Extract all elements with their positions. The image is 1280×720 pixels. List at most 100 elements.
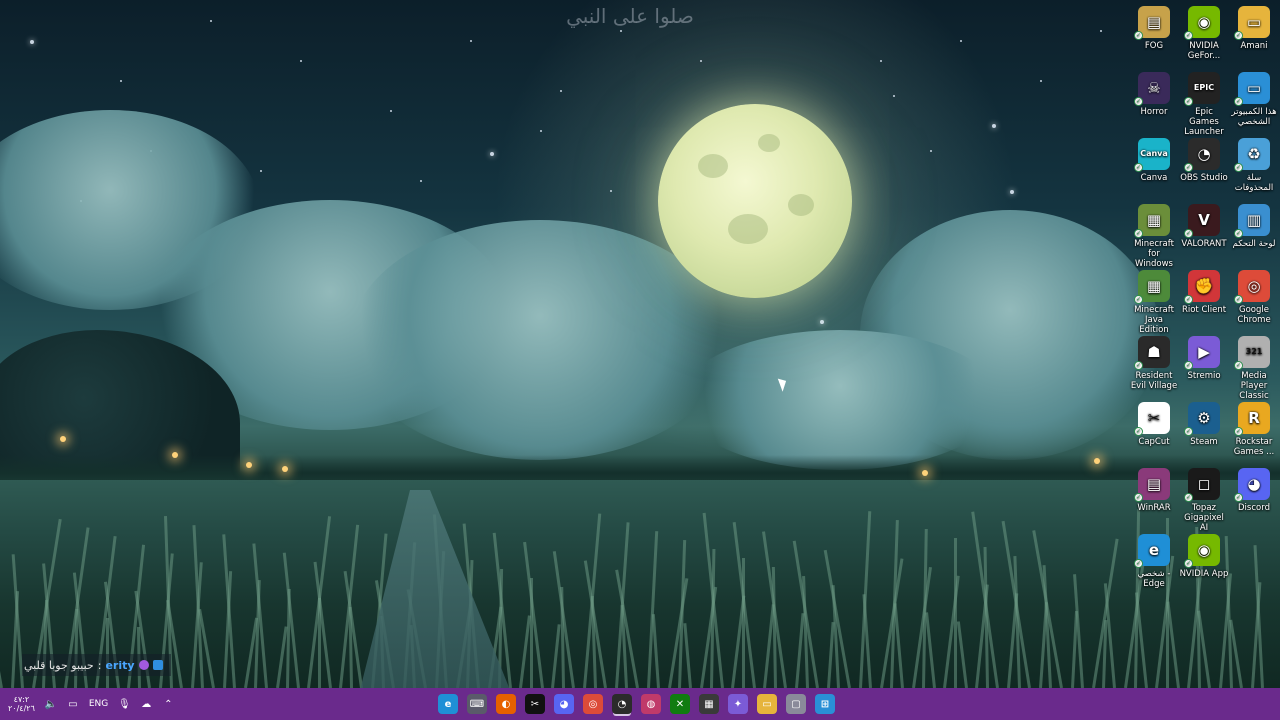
desktop-shortcut[interactable]: ◔ ✓ OBS Studio bbox=[1179, 138, 1229, 183]
sync-check-icon: ✓ bbox=[1184, 361, 1193, 370]
desktop-shortcut[interactable]: Canva ✓ Canva bbox=[1129, 138, 1179, 183]
clock[interactable]: ٤٧:٢ ٢٠/٤/٢٦ bbox=[8, 695, 35, 713]
sync-check-icon: ✓ bbox=[1184, 163, 1193, 172]
desktop-shortcut[interactable]: ♻ ✓ سلة المحذوفات bbox=[1229, 138, 1279, 193]
desktop-shortcut[interactable]: ☗ ✓ Resident Evil Village bbox=[1129, 336, 1179, 391]
desktop-shortcut-label: Resident Evil Village bbox=[1130, 371, 1178, 391]
clapper-taskbar-icon[interactable]: ▦ bbox=[699, 694, 719, 714]
sync-check-icon: ✓ bbox=[1184, 295, 1193, 304]
star bbox=[992, 124, 996, 128]
desktop-shortcut[interactable]: ◉ ✓ NVIDIA GeFor... bbox=[1179, 6, 1229, 61]
desktop-wallpaper[interactable] bbox=[0, 0, 1280, 688]
keyboard-taskbar-icon[interactable]: ⌨ bbox=[467, 694, 487, 714]
volume-icon[interactable]: 🔈 bbox=[45, 698, 57, 710]
sync-check-icon: ✓ bbox=[1234, 361, 1243, 370]
star bbox=[1100, 30, 1102, 32]
system-tray: ٤٧:٢ ٢٠/٤/٢٦ 🔈 ▭ ENG 🎙 ☁ ⌃ bbox=[8, 688, 174, 720]
rockstar-icon: R ✓ bbox=[1234, 402, 1270, 436]
color-app-taskbar-icon[interactable]: ◍ bbox=[641, 694, 661, 714]
desktop-shortcut-label: Horror bbox=[1140, 107, 1168, 117]
star bbox=[30, 40, 34, 44]
chevron-up-icon[interactable]: ⌃ bbox=[162, 698, 174, 710]
edge-taskbar-icon[interactable]: e bbox=[438, 694, 458, 714]
desktop-shortcut[interactable]: R ✓ Rockstar Games ... bbox=[1229, 402, 1279, 457]
obs-icon: ◔ ✓ bbox=[1184, 138, 1220, 172]
microphone-icon[interactable]: 🎙 bbox=[118, 698, 131, 710]
star bbox=[700, 60, 702, 62]
desktop-shortcut[interactable]: ▭ ✓ هذا الكمبيوتر الشخصي bbox=[1229, 72, 1279, 127]
sync-check-icon: ✓ bbox=[1184, 427, 1193, 436]
desktop-shortcut[interactable]: ▦ ✓ Minecraft for Windows bbox=[1129, 204, 1179, 269]
riot-icon: ✊ ✓ bbox=[1184, 270, 1220, 304]
grass-blade bbox=[522, 541, 544, 688]
chrome-taskbar-icon[interactable]: ◎ bbox=[583, 694, 603, 714]
desktop-shortcut[interactable]: ✊ ✓ Riot Client bbox=[1179, 270, 1229, 315]
network-icon[interactable]: ▭ bbox=[67, 698, 79, 710]
sync-check-icon: ✓ bbox=[1234, 427, 1243, 436]
topaz-icon: ◻ ✓ bbox=[1184, 468, 1220, 502]
obs-taskbar-icon[interactable]: ◔ bbox=[612, 694, 632, 714]
control-panel-icon: ▥ ✓ bbox=[1234, 204, 1270, 238]
sync-check-icon: ✓ bbox=[1134, 493, 1143, 502]
sync-check-icon: ✓ bbox=[1234, 493, 1243, 502]
desktop-shortcut[interactable]: V ✓ VALORANT bbox=[1179, 204, 1229, 249]
desktop-shortcut[interactable]: ◕ ✓ Discord bbox=[1229, 468, 1279, 513]
desktop-shortcut[interactable]: ☠ ✓ Horror bbox=[1129, 72, 1179, 117]
desktop-shortcut-label: FOG bbox=[1144, 41, 1164, 51]
desktop-shortcut-label: Amani bbox=[1240, 41, 1268, 51]
star bbox=[1040, 80, 1042, 82]
desktop-shortcut-label: Discord bbox=[1238, 503, 1270, 513]
desktop-shortcut[interactable]: ◻ ✓ Topaz Gigapixel AI bbox=[1179, 468, 1229, 533]
capcut-taskbar-icon[interactable]: ✂ bbox=[525, 694, 545, 714]
star bbox=[880, 60, 882, 62]
star bbox=[893, 95, 895, 97]
star bbox=[540, 130, 542, 132]
star bbox=[300, 60, 302, 62]
edge-icon: e ✓ bbox=[1134, 534, 1170, 568]
sync-check-icon: ✓ bbox=[1134, 97, 1143, 106]
desktop-shortcut[interactable]: ▤ ✓ WinRAR bbox=[1129, 468, 1179, 513]
minecraft-java-icon: ▦ ✓ bbox=[1134, 270, 1170, 304]
desktop-shortcut-label: Minecraft Java Edition bbox=[1134, 305, 1174, 335]
epic-games-icon: EPIC ✓ bbox=[1184, 72, 1220, 106]
desktop-shortcut[interactable]: ✂ ✓ CapCut bbox=[1129, 402, 1179, 447]
star bbox=[490, 152, 494, 156]
steam-icon: ⚙ ✓ bbox=[1184, 402, 1220, 436]
desktop-shortcut[interactable]: ▭ ✓ Amani bbox=[1229, 6, 1279, 51]
folder-icon: ▭ ✓ bbox=[1234, 6, 1270, 40]
full-moon bbox=[658, 104, 852, 298]
desktop-shortcut[interactable]: e ✓ شخصي - Edge bbox=[1129, 534, 1179, 589]
desktop-shortcut[interactable]: 321 ✓ Media Player Classic bbox=[1229, 336, 1279, 401]
recycle-bin-icon: ♻ ✓ bbox=[1234, 138, 1270, 172]
file-explorer-taskbar-icon[interactable]: ▭ bbox=[757, 694, 777, 714]
desktop-shortcut[interactable]: ▦ ✓ Minecraft Java Edition bbox=[1129, 270, 1179, 335]
desktop-shortcut-label: هذا الكمبيوتر الشخصي bbox=[1231, 107, 1277, 127]
desktop-shortcut[interactable]: EPIC ✓ Epic Games Launcher bbox=[1179, 72, 1229, 137]
stremio-icon: ▶ ✓ bbox=[1184, 336, 1220, 370]
desktop-shortcut[interactable]: ⚙ ✓ Steam bbox=[1179, 402, 1229, 447]
copilot-taskbar-icon[interactable]: ✦ bbox=[728, 694, 748, 714]
xbox-taskbar-icon[interactable]: ✕ bbox=[670, 694, 690, 714]
discord-taskbar-icon[interactable]: ◕ bbox=[554, 694, 574, 714]
star bbox=[420, 180, 422, 182]
star bbox=[260, 170, 262, 172]
start-taskbar-icon[interactable]: ⊞ bbox=[815, 694, 835, 714]
clock-date: ٢٠/٤/٢٦ bbox=[8, 704, 35, 713]
winrar-icon: ▤ ✓ bbox=[1134, 468, 1170, 502]
star bbox=[620, 30, 622, 32]
desktop-shortcut[interactable]: ▶ ✓ Stremio bbox=[1179, 336, 1229, 381]
language-indicator[interactable]: ENG bbox=[89, 699, 108, 709]
desktop-shortcut[interactable]: ▥ ✓ لوحة التحكم bbox=[1229, 204, 1279, 249]
nvidia-app-icon: ◉ ✓ bbox=[1184, 534, 1220, 568]
sync-check-icon: ✓ bbox=[1184, 31, 1193, 40]
grass-blade bbox=[924, 612, 936, 688]
sync-check-icon: ✓ bbox=[1234, 31, 1243, 40]
desktop-shortcut-label: سلة المحذوفات bbox=[1234, 173, 1274, 193]
cloud-sync-icon[interactable]: ☁ bbox=[140, 698, 152, 710]
canva-icon: Canva ✓ bbox=[1134, 138, 1170, 172]
firefox-taskbar-icon[interactable]: ◐ bbox=[496, 694, 516, 714]
desktop-shortcut[interactable]: ◉ ✓ NVIDIA App bbox=[1179, 534, 1229, 579]
window-taskbar-icon[interactable]: ▢ bbox=[786, 694, 806, 714]
desktop-shortcut[interactable]: ▤ ✓ FOG bbox=[1129, 6, 1179, 51]
desktop-shortcut[interactable]: ◎ ✓ Google Chrome bbox=[1229, 270, 1279, 325]
